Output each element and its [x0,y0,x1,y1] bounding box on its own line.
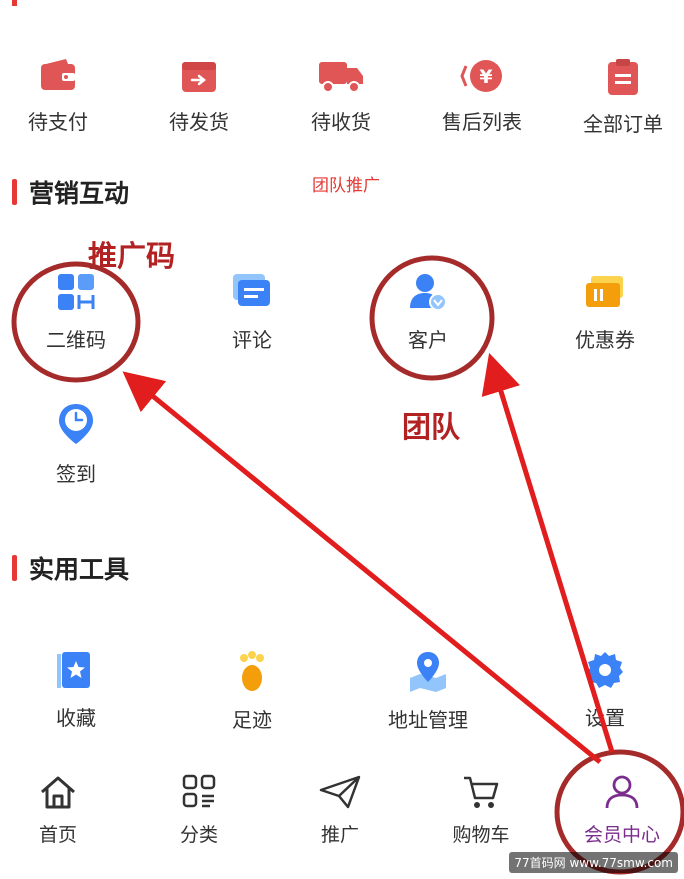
top-header-remnant [12,0,162,6]
nav-label: 分类 [179,824,218,846]
nav-category[interactable]: 分类 [144,774,254,847]
order-pending-payment[interactable]: 待支付 [0,58,118,135]
wallet-icon [41,59,75,90]
marketing-coupon[interactable]: 优惠券 [545,272,665,353]
section-accent-bar [12,179,17,205]
nav-label: 首页 [38,824,77,846]
home-icon [41,776,75,809]
customer-icon [410,274,447,311]
promo-code-annotation: 推广码 [88,239,176,273]
marketing-comment[interactable]: 评论 [192,272,312,353]
map-pin-icon [410,652,446,692]
nav-cart[interactable]: 购物车 [426,774,536,847]
cart-icon [464,776,499,808]
tool-footprints[interactable]: 足迹 [192,650,312,733]
paper-plane-icon [319,775,361,809]
nav-promotion[interactable]: 推广 [285,774,395,847]
tool-settings[interactable]: 设置 [545,650,665,731]
marketing-label: 客户 [408,328,448,352]
nav-home[interactable]: 首页 [3,774,113,847]
tools-section-title: 实用工具 [12,552,129,584]
section-title-text: 营销互动 [29,179,130,208]
tool-label: 收藏 [56,706,96,730]
qrcode-icon [58,274,95,310]
tool-label: 地址管理 [388,708,468,732]
box-icon [182,62,216,92]
marketing-section-title: 营销互动 [12,176,129,208]
marketing-qrcode[interactable]: 二维码 [16,272,136,353]
category-icon [182,774,216,808]
clipboard-icon [608,59,638,95]
nav-member-center[interactable]: 会员中心 [567,774,677,847]
footprint-icon [240,651,264,691]
truck-icon [319,62,363,93]
marketing-label: 评论 [232,328,272,352]
gear-icon [587,652,623,688]
tool-label: 足迹 [232,708,272,732]
order-label: 待发货 [169,110,229,134]
nav-label: 购物车 [452,824,510,846]
order-label: 待支付 [28,110,88,134]
team-promotion-note: 团队推广 [312,176,380,196]
clock-pin-icon [59,404,93,444]
section-title-text: 实用工具 [29,555,130,584]
watermark: 77首码网 www.77smw.com [509,852,678,873]
svg-text:¥: ¥ [479,66,492,88]
order-label: 待收货 [311,110,371,134]
star-bookmark-icon [57,652,90,688]
order-pending-shipment[interactable]: 待发货 [139,58,259,135]
nav-label: 会员中心 [583,824,660,846]
marketing-checkin[interactable]: 签到 [16,402,136,487]
marketing-label: 签到 [56,462,96,486]
nav-label: 推广 [320,824,359,846]
section-accent-bar [12,555,17,581]
tool-address[interactable]: 地址管理 [368,650,488,733]
yen-refund-icon: ¥ [460,60,502,92]
team-annotation: 团队 [402,410,461,444]
coupon-icon [586,276,623,307]
marketing-label: 优惠券 [575,328,635,352]
order-label: 售后列表 [442,110,522,134]
order-all[interactable]: 全部订单 [563,58,683,137]
order-label: 全部订单 [583,112,663,136]
order-pending-receipt[interactable]: 待收货 [281,58,401,135]
tool-favorites[interactable]: 收藏 [16,650,136,731]
user-icon [605,775,639,809]
order-after-sales[interactable]: ¥ 售后列表 [422,58,542,135]
tool-label: 设置 [585,706,625,730]
comment-icon [233,274,270,306]
marketing-customer[interactable]: 客户 [368,272,488,353]
marketing-label: 二维码 [46,328,106,352]
